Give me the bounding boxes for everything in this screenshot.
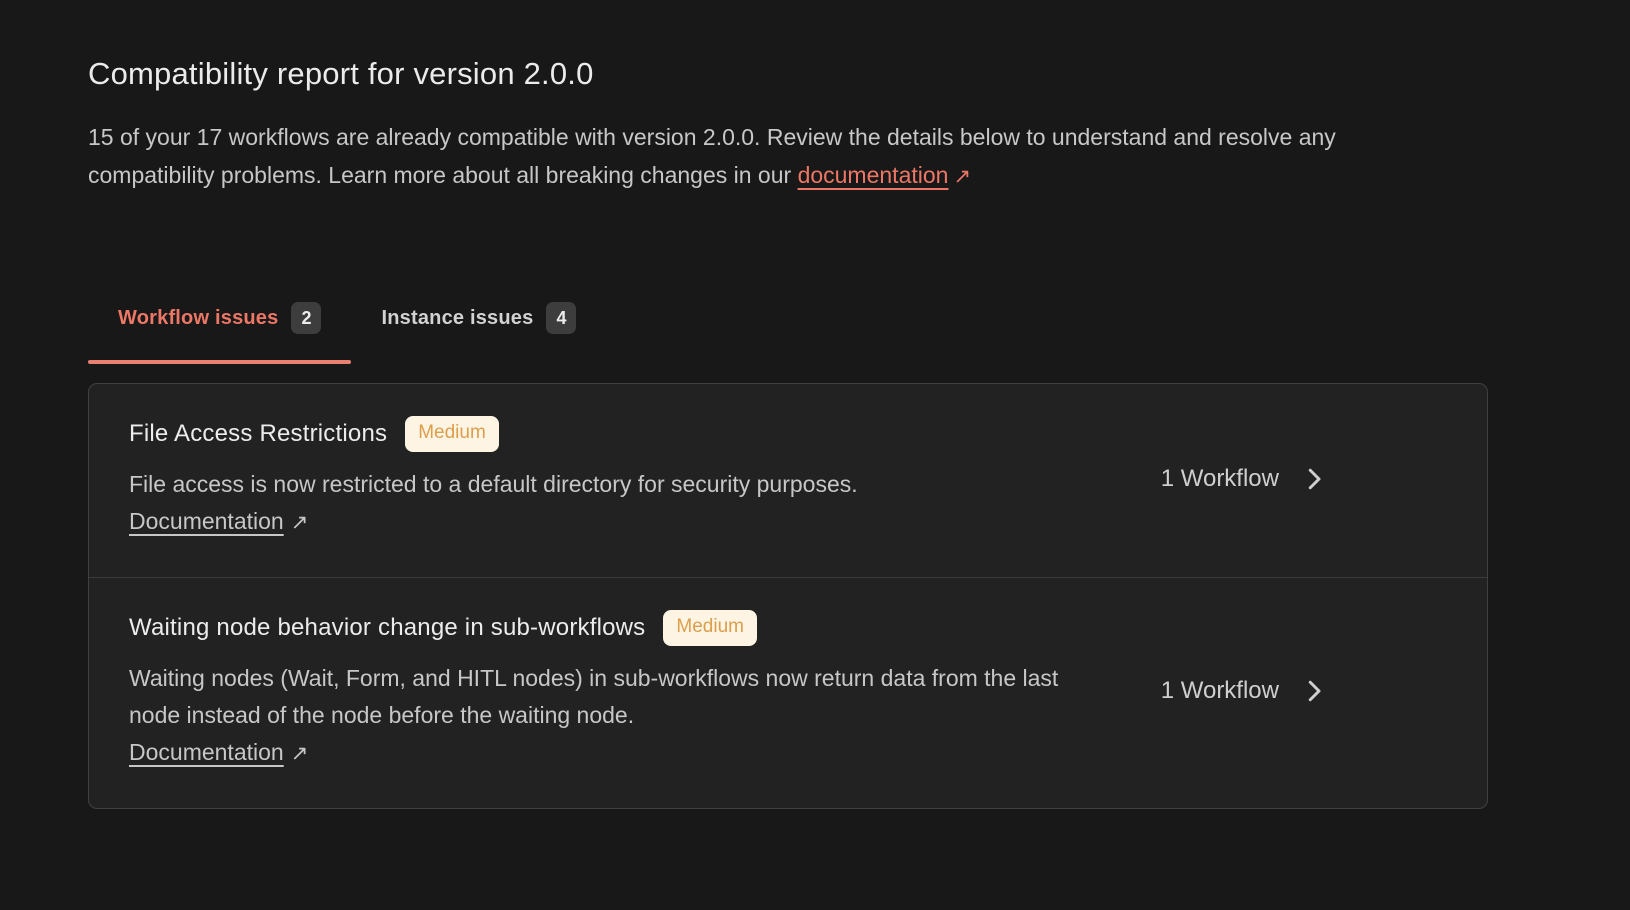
chevron-right-icon <box>1299 464 1329 494</box>
issue-row-waiting-node-behavior[interactable]: Waiting node behavior change in sub-work… <box>89 578 1487 808</box>
affected-workflow-count: 1 Workflow <box>1161 465 1279 493</box>
external-link-arrow-icon: ↗ <box>291 742 309 765</box>
tab-instance-issues[interactable]: Instance issues 4 <box>351 294 606 364</box>
report-content: Compatibility report for version 2.0.0 1… <box>0 0 1630 809</box>
workflow-issues-count-badge: 2 <box>291 302 321 334</box>
external-link-arrow-icon: ↗ <box>291 511 309 534</box>
issue-documentation-link[interactable]: Documentation <box>129 508 284 534</box>
compatibility-report-page: Compatibility report for version 2.0.0 1… <box>0 0 1630 910</box>
documentation-link-label: documentation <box>798 162 949 188</box>
issue-title-line: File Access Restrictions Medium <box>129 416 1161 452</box>
issue-affected-group: 1 Workflow <box>1161 464 1329 494</box>
page-title: Compatibility report for version 2.0.0 <box>88 56 1542 92</box>
documentation-link[interactable]: documentation↗ <box>798 162 972 188</box>
intro-text-body: 15 of your 17 workflows are already comp… <box>88 124 1336 188</box>
issue-description: File access is now restricted to a defau… <box>129 466 1089 503</box>
issue-description: Waiting nodes (Wait, Form, and HITL node… <box>129 660 1089 734</box>
issue-doc-line: Documentation ↗ <box>129 734 1161 772</box>
severity-badge: Medium <box>405 416 499 452</box>
chevron-right-icon <box>1299 676 1329 706</box>
tab-workflow-issues-label: Workflow issues <box>118 307 278 330</box>
issue-title: Waiting node behavior change in sub-work… <box>129 614 645 642</box>
issue-main: Waiting node behavior change in sub-work… <box>129 610 1161 772</box>
issue-affected-group: 1 Workflow <box>1161 676 1329 706</box>
tab-instance-issues-label: Instance issues <box>381 307 533 330</box>
tab-bar: Workflow issues 2 Instance issues 4 <box>88 294 1542 364</box>
issue-row-file-access-restrictions[interactable]: File Access Restrictions Medium File acc… <box>89 384 1487 577</box>
issue-title-line: Waiting node behavior change in sub-work… <box>129 610 1161 646</box>
issue-documentation-link[interactable]: Documentation <box>129 739 284 765</box>
issue-main: File Access Restrictions Medium File acc… <box>129 416 1161 541</box>
intro-text: 15 of your 17 workflows are already comp… <box>88 118 1438 196</box>
issue-doc-line: Documentation ↗ <box>129 503 1161 541</box>
affected-workflow-count: 1 Workflow <box>1161 677 1279 705</box>
severity-badge: Medium <box>663 610 757 646</box>
instance-issues-count-badge: 4 <box>546 302 576 334</box>
issues-card: File Access Restrictions Medium File acc… <box>88 383 1488 809</box>
issue-title: File Access Restrictions <box>129 420 387 448</box>
tab-workflow-issues[interactable]: Workflow issues 2 <box>88 294 351 364</box>
external-link-arrow-icon: ↗ <box>953 165 971 188</box>
